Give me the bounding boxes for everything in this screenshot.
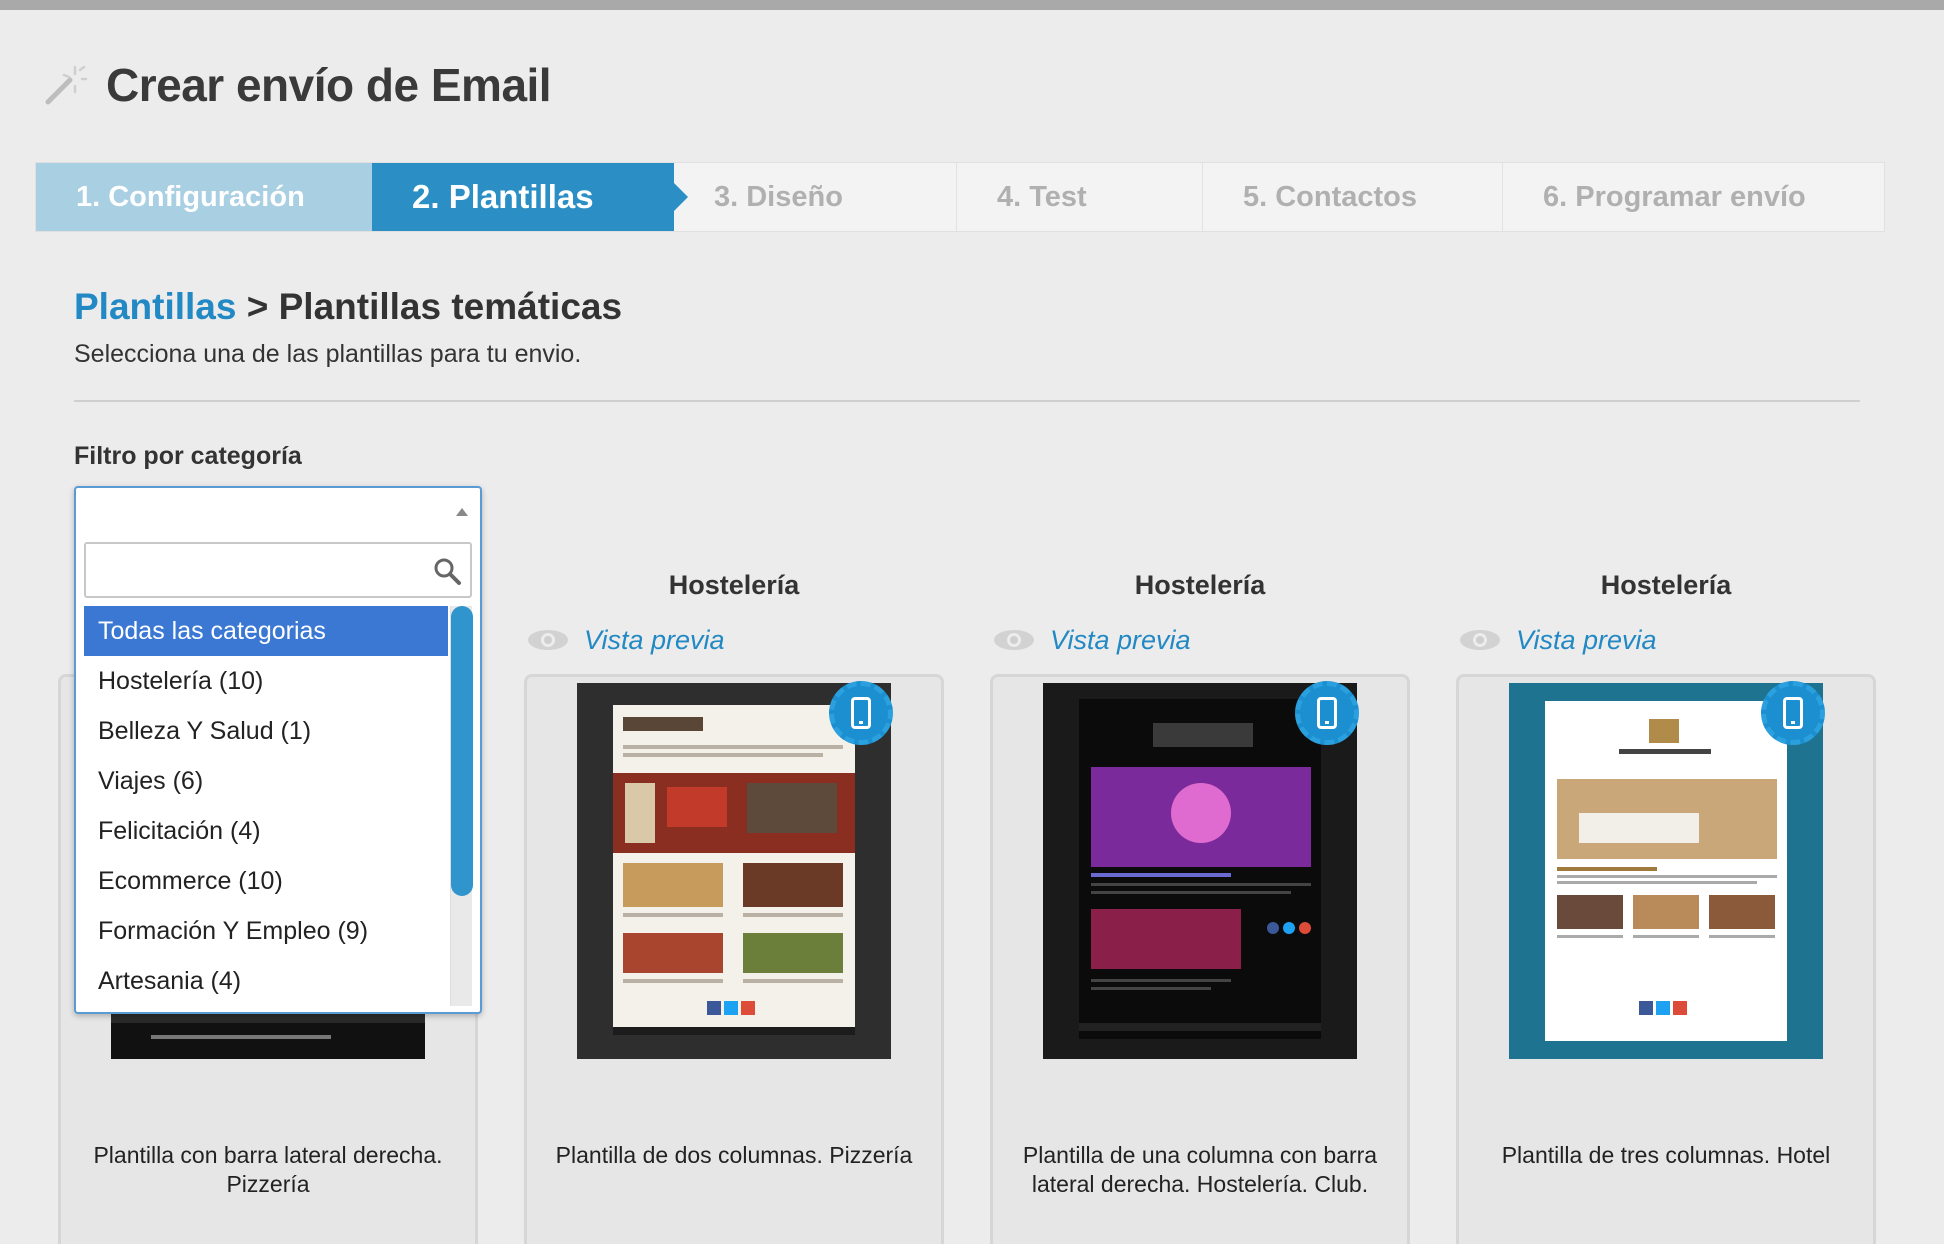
card-description: Plantilla de tres columnas. Hotel <box>1501 1142 1831 1168</box>
eye-icon <box>528 630 568 650</box>
step-label: 4. Test <box>997 180 1087 213</box>
step-diseno[interactable]: 3. Diseño <box>674 163 957 231</box>
option-belleza-salud[interactable]: Belleza Y Salud (1) <box>84 706 448 756</box>
page-header: Crear envío de Email <box>42 58 552 112</box>
magic-wand-icon <box>45 65 88 105</box>
card-description: Plantilla de una columna con barra later… <box>1022 1142 1378 1197</box>
search-field-wrapper <box>84 542 472 598</box>
step-label: 1. Configuración <box>76 180 305 213</box>
option-hosteleria[interactable]: Hostelería (10) <box>84 656 448 706</box>
card-category: Hostelería <box>1600 570 1732 600</box>
step-programar-envio[interactable]: 6. Programar envío <box>1503 163 1884 231</box>
preview-link[interactable]: Vista previa <box>1050 625 1191 656</box>
breadcrumb-separator: > <box>236 286 279 327</box>
card-description: Plantilla de dos columnas. Pizzería <box>555 1142 913 1168</box>
divider <box>74 400 1860 402</box>
preview-row: Vista previa <box>526 620 944 660</box>
step-label: 3. Diseño <box>714 180 843 213</box>
step-label: 2. Plantillas <box>412 178 594 215</box>
scrollbar-thumb[interactable] <box>451 606 473 896</box>
template-card[interactable]: Plantilla de una columna con barra later… <box>990 674 1410 1244</box>
card-category: Hostelería <box>668 570 800 600</box>
option-ecommerce[interactable]: Ecommerce (10) <box>84 856 448 906</box>
breadcrumb-root-link[interactable]: Plantillas <box>74 286 236 327</box>
option-artesania[interactable]: Artesania (4) <box>84 956 448 1006</box>
category-select[interactable]: Todas las categorias Hostelería (10) Bel… <box>74 486 482 1014</box>
search-icon <box>434 558 461 585</box>
scrollbar[interactable] <box>450 606 473 1006</box>
preview-row: Vista previa <box>992 620 1410 660</box>
template-card-column: Hostelería Vista previa Plantilla de dos… <box>524 570 944 1244</box>
option-todas[interactable]: Todas las categorias <box>84 606 448 656</box>
eye-icon <box>994 630 1034 650</box>
template-card-column: Hostelería Vista previa Plantilla de una… <box>990 570 1410 1244</box>
eye-icon <box>1460 630 1500 650</box>
option-viajes[interactable]: Viajes (6) <box>84 756 448 806</box>
step-plantillas[interactable]: 2. Plantillas <box>372 163 688 231</box>
filter-label: Filtro por categoría <box>74 442 302 470</box>
page-title: Crear envío de Email <box>106 59 552 111</box>
wizard-steps: 1. Configuración 2. Plantillas 3. Diseño… <box>35 162 1885 232</box>
template-card[interactable]: Plantilla de dos columnas. Pizzería <box>524 674 944 1244</box>
template-card[interactable]: Plantilla de tres columnas. Hotel <box>1456 674 1876 1244</box>
breadcrumb: Plantillas > Plantillas temáticas <box>74 286 622 328</box>
mobile-phone-icon <box>829 681 893 745</box>
step-label: 6. Programar envío <box>1543 180 1806 213</box>
mobile-phone-icon <box>1761 681 1825 745</box>
select-head[interactable] <box>76 488 480 536</box>
card-description: Plantilla con barra lateral derecha. Piz… <box>93 1142 443 1197</box>
step-configuracion[interactable]: 1. Configuración <box>36 163 372 231</box>
step-test[interactable]: 4. Test <box>957 163 1203 231</box>
search-input[interactable] <box>86 544 416 594</box>
chevron-up-icon <box>456 508 468 516</box>
page-subtitle: Selecciona una de las plantillas para tu… <box>74 340 582 368</box>
breadcrumb-current: Plantillas temáticas <box>278 286 623 327</box>
option-formacion-empleo[interactable]: Formación Y Empleo (9) <box>84 906 448 956</box>
options-list: Todas las categorias Hostelería (10) Bel… <box>84 606 448 1006</box>
step-label: 5. Contactos <box>1243 180 1418 213</box>
window-top-bar <box>0 0 1944 10</box>
preview-link[interactable]: Vista previa <box>584 625 725 656</box>
option-felicitacion[interactable]: Felicitación (4) <box>84 806 448 856</box>
step-contactos[interactable]: 5. Contactos <box>1203 163 1503 231</box>
template-card-column: Hostelería Vista previa Plantilla de tre… <box>1456 570 1876 1244</box>
preview-link[interactable]: Vista previa <box>1516 625 1657 656</box>
preview-row: Vista previa <box>1458 620 1876 660</box>
card-category: Hostelería <box>1134 570 1266 600</box>
mobile-phone-icon <box>1295 681 1359 745</box>
